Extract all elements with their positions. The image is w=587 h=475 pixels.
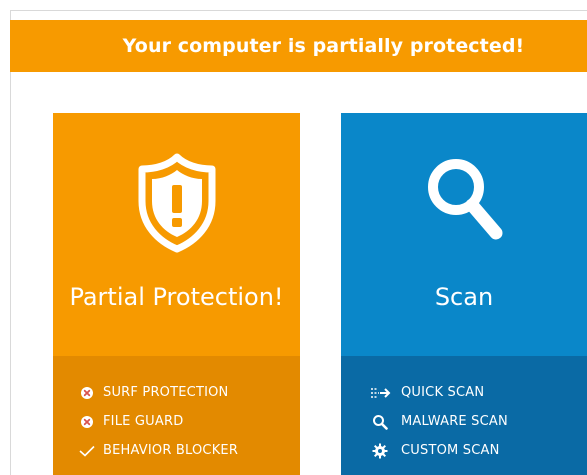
quick-scan-link[interactable]: QUICK SCAN <box>369 378 508 407</box>
scan-options-list: QUICK SCAN MALWARE SCAN CUSTOM SCAN <box>341 356 587 475</box>
x-circle-icon <box>79 385 95 401</box>
quick-arrow-icon <box>369 385 391 401</box>
magnifier-icon <box>369 414 391 430</box>
status-banner-text: Your computer is partially protected! <box>122 35 525 57</box>
surf-protection-item[interactable]: SURF PROTECTION <box>79 378 238 407</box>
custom-scan-link[interactable]: CUSTOM SCAN <box>369 436 508 465</box>
protection-status-list: SURF PROTECTION FILE GUARD BEHAVIOR BLOC… <box>53 356 300 475</box>
magnifier-icon <box>419 153 509 253</box>
shield-exclamation-icon <box>132 153 222 253</box>
status-banner: Your computer is partially protected! <box>10 20 587 72</box>
malware-scan-link[interactable]: MALWARE SCAN <box>369 407 508 436</box>
behavior-blocker-label: BEHAVIOR BLOCKER <box>103 443 239 458</box>
scan-title: Scan <box>434 283 494 311</box>
surf-protection-label: SURF PROTECTION <box>103 385 229 400</box>
custom-scan-label: CUSTOM SCAN <box>401 443 500 458</box>
behavior-blocker-item[interactable]: BEHAVIOR BLOCKER <box>79 436 238 465</box>
protection-tile-header[interactable]: Partial Protection! <box>53 113 300 356</box>
scan-tile-header[interactable]: Scan <box>341 113 587 356</box>
protection-title: Partial Protection! <box>69 283 284 311</box>
x-circle-icon <box>79 414 95 430</box>
quick-scan-label: QUICK SCAN <box>401 385 485 400</box>
file-guard-item[interactable]: FILE GUARD <box>79 407 238 436</box>
scan-tile[interactable]: Scan QUICK SCAN MALWARE SCAN CUSTOM SCAN <box>341 113 587 475</box>
malware-scan-label: MALWARE SCAN <box>401 414 508 429</box>
gear-icon <box>369 443 391 459</box>
check-icon <box>79 443 95 459</box>
file-guard-label: FILE GUARD <box>103 414 184 429</box>
protection-tile[interactable]: Partial Protection! SURF PROTECTION FILE… <box>53 113 300 475</box>
